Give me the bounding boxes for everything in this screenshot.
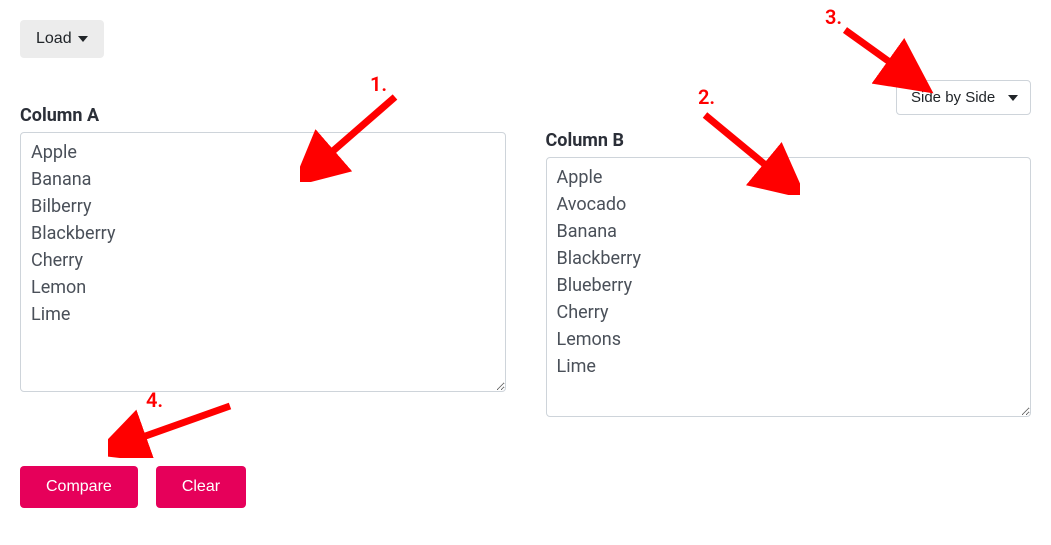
view-mode-select[interactable]: Side by Side	[896, 80, 1031, 115]
load-dropdown-button[interactable]: Load	[20, 20, 104, 58]
compare-button[interactable]: Compare	[20, 466, 138, 508]
column-a-textarea[interactable]	[20, 132, 506, 392]
load-dropdown-label: Load	[36, 30, 72, 48]
column-b: Column B	[546, 130, 1032, 421]
column-a: Column A	[20, 105, 506, 421]
column-a-label: Column A	[20, 105, 506, 126]
caret-down-icon	[78, 36, 88, 42]
clear-button[interactable]: Clear	[156, 466, 246, 508]
column-b-label: Column B	[546, 130, 1032, 151]
column-b-textarea[interactable]	[546, 157, 1032, 417]
